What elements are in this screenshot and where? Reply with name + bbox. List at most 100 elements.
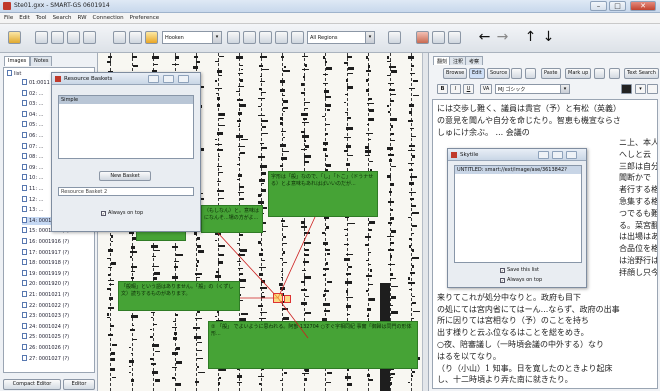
close-button[interactable]: ✕ — [630, 1, 656, 11]
browse-button[interactable]: Browse — [443, 68, 468, 79]
refresh-icon[interactable] — [83, 31, 96, 44]
zoom-out-icon[interactable] — [243, 31, 256, 44]
pointer-tool-icon[interactable] — [113, 31, 126, 44]
tree-item[interactable]: 24: 0001024 (?) — [22, 322, 69, 331]
menu-rw[interactable]: RW — [77, 15, 86, 21]
save-icon[interactable] — [51, 31, 64, 44]
tree-item[interactable]: 12: ... — [22, 195, 43, 204]
always-on-top-checkbox[interactable]: ✓ Always on top — [500, 277, 542, 283]
tree-item[interactable]: 05: ... — [22, 121, 43, 129]
tree-root[interactable]: list — [7, 70, 21, 78]
highlight-icon[interactable] — [416, 31, 429, 44]
tree-item[interactable]: 26: 0001026 (?) — [22, 344, 69, 352]
tree-item[interactable]: 04: ... — [22, 110, 43, 119]
tree-item[interactable]: 25: 0001025 (?) — [22, 333, 69, 341]
open-icon[interactable] — [35, 31, 48, 44]
table-icon[interactable] — [432, 31, 445, 44]
tree-item[interactable]: 13: ... — [22, 206, 43, 214]
tree-item[interactable]: 10: ... — [22, 174, 43, 182]
save-list-checkbox[interactable]: ✓ Save this list — [500, 267, 539, 273]
tree-item[interactable]: 09: ... — [22, 163, 43, 172]
layout-icon[interactable] — [8, 31, 21, 44]
maximize-button[interactable] — [552, 151, 563, 159]
text-line: 三郎は自分 — [619, 161, 658, 171]
selected-region-marker[interactable] — [273, 293, 283, 303]
basket-name-field[interactable]: Resource Basket 2 — [58, 187, 194, 196]
table-icon[interactable] — [525, 68, 536, 79]
menu-file[interactable]: File — [4, 15, 13, 21]
new-basket-button[interactable]: New Basket — [99, 171, 151, 181]
menu-search[interactable]: Search — [53, 15, 72, 21]
tree-item[interactable]: 17: 0001917 (?) — [22, 248, 69, 257]
tree-item[interactable]: 03: ... — [22, 100, 43, 108]
down-arrow-icon[interactable]: ↓ — [542, 30, 555, 44]
tree-item[interactable]: 19: 0001919 (?) — [22, 269, 69, 278]
tab-notes[interactable]: Notes — [30, 56, 53, 66]
tree-item[interactable]: 22: 0001022 (?) — [22, 301, 69, 310]
underline-icon[interactable]: U — [463, 84, 474, 94]
menu-tool[interactable]: Tool — [36, 15, 47, 21]
close-button[interactable] — [178, 75, 189, 83]
print-icon[interactable] — [67, 31, 80, 44]
source-button[interactable]: Source — [487, 68, 511, 79]
tree-item[interactable]: 16: 0001916 (?) — [22, 238, 69, 246]
editor-font-combo[interactable]: MJ ゴシック ▾ — [495, 84, 570, 94]
keyword-list[interactable]: UNTITLED: smart://ext/image/ase/3613842? — [454, 165, 582, 263]
redo-icon[interactable] — [609, 68, 620, 79]
tree-item[interactable]: 21: 0001021 (?) — [22, 291, 69, 299]
window-title: Ste01.gxx - SMART-GS 0601914 — [14, 2, 110, 9]
link-tool-icon[interactable] — [129, 31, 142, 44]
markup-button[interactable]: Mark up — [565, 68, 592, 79]
minimize-button[interactable]: – — [590, 1, 607, 11]
tab-discussion[interactable]: 考察 — [465, 56, 484, 65]
italic-icon[interactable]: I — [450, 84, 461, 94]
text-line: 急集する格 — [619, 197, 658, 206]
region-combo[interactable]: All Regions ▾ — [307, 31, 375, 44]
chevron-down-icon[interactable]: ▾ — [635, 84, 646, 94]
close-button[interactable] — [566, 151, 577, 159]
up-arrow-icon[interactable]: ↑ — [524, 30, 537, 44]
copy-icon[interactable] — [511, 68, 522, 79]
tree-item[interactable]: 06: ... — [22, 132, 43, 140]
font-combo[interactable]: Hooken ▾ — [162, 31, 222, 44]
tab-images[interactable]: Images — [4, 56, 31, 66]
minimize-button[interactable] — [538, 151, 549, 159]
compact-editor-button[interactable]: Compact Editor — [3, 379, 61, 390]
tree-item[interactable]: 02: ... — [22, 89, 43, 98]
edit-button[interactable]: Edit — [469, 68, 485, 79]
forward-arrow-icon[interactable]: → — [496, 30, 509, 44]
zoom-in-icon[interactable] — [227, 31, 240, 44]
menu-preference[interactable]: Preference — [130, 15, 159, 21]
back-arrow-icon[interactable]: ← — [478, 30, 491, 44]
horizontal-line-icon[interactable] — [275, 31, 288, 44]
vertical-line-icon[interactable] — [291, 31, 304, 44]
tree-item[interactable]: 18: 0001918 (?) — [22, 259, 69, 267]
text-search-button[interactable]: Text Search — [624, 68, 659, 79]
bold-icon[interactable]: B — [437, 84, 448, 94]
tree-item[interactable]: 27: 0001027 (?) — [22, 354, 69, 363]
text-color-icon[interactable] — [621, 84, 632, 94]
maximize-button[interactable]: □ — [609, 1, 626, 11]
tree-item[interactable]: 07: ... — [22, 142, 43, 151]
document-icon — [22, 280, 27, 287]
tree-item[interactable]: 08: ... — [22, 153, 43, 161]
undo-icon[interactable] — [594, 68, 605, 79]
menu-connection[interactable]: Connection — [93, 15, 124, 21]
tree-item[interactable]: 23: 0001023 (?) — [22, 312, 69, 320]
search-icon[interactable] — [388, 31, 401, 44]
basket-list[interactable]: Simple — [58, 95, 194, 159]
hand-tool-icon[interactable] — [145, 31, 158, 44]
maximize-button[interactable] — [163, 75, 174, 83]
paste-button[interactable]: Paste — [541, 68, 561, 79]
always-on-top-checkbox[interactable]: ✓ Always on top — [101, 210, 143, 216]
font-size-icon[interactable]: VA — [480, 84, 492, 94]
rotate-icon[interactable] — [259, 31, 272, 44]
tree-item[interactable]: 11: ... — [22, 185, 43, 193]
minimize-button[interactable] — [148, 75, 159, 83]
grid-icon[interactable] — [448, 31, 461, 44]
background-color-icon[interactable] — [647, 84, 658, 94]
editor-button[interactable]: Editor — [63, 379, 95, 390]
menu-edit[interactable]: Edit — [19, 15, 30, 21]
selected-region-marker[interactable] — [284, 295, 291, 303]
tree-item[interactable]: 20: 0001920 (?) — [22, 280, 69, 288]
